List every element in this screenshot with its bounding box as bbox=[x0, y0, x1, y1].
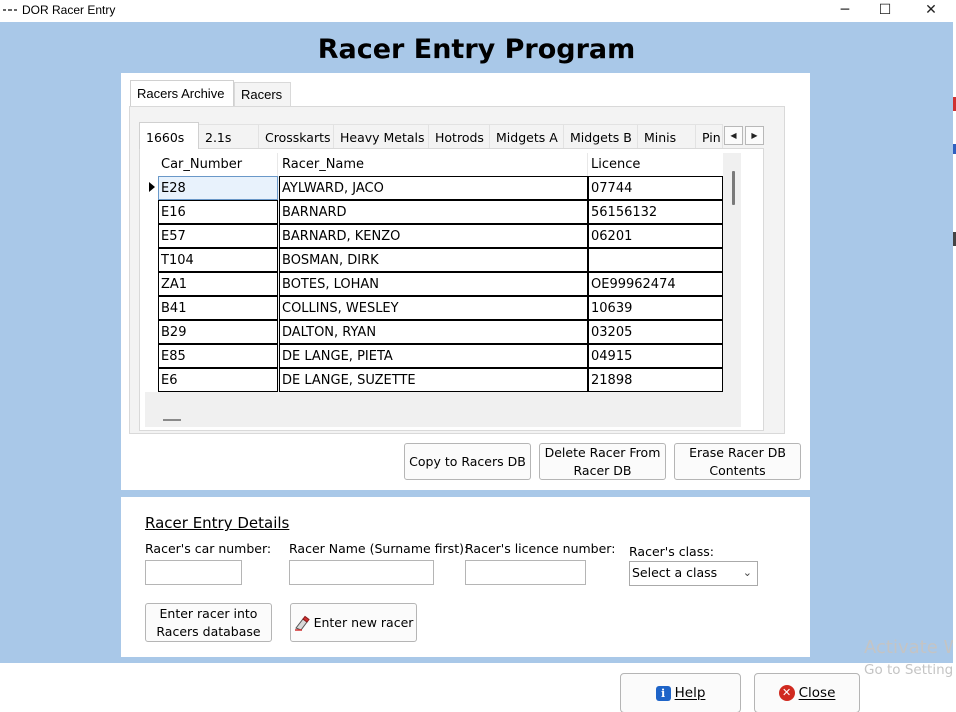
chevron-down-icon: ⌄ bbox=[742, 566, 752, 579]
delete-button-label-line1: Delete Racer From bbox=[544, 444, 661, 460]
entry-details-title: Racer Entry Details bbox=[145, 514, 290, 532]
enter-racer-into-db-button[interactable]: Enter racer into Racers database bbox=[145, 603, 272, 642]
tab-midgets-b[interactable]: Midgets B bbox=[564, 124, 638, 148]
title-bar: DOR Racer Entry ─ ☐ ✕ bbox=[0, 0, 956, 22]
car-number-cell[interactable]: E57 bbox=[158, 224, 278, 248]
row-header[interactable] bbox=[145, 200, 158, 224]
erase-button-label-line1: Erase Racer DB bbox=[689, 444, 786, 460]
car-number-cell[interactable]: B29 bbox=[158, 320, 278, 344]
horizontal-scrollbar[interactable] bbox=[145, 412, 723, 427]
racers-grid[interactable]: Car_Number Racer_Name Licence E28 AYLWARD… bbox=[145, 153, 741, 427]
tab-1660s[interactable]: 1660s bbox=[139, 122, 199, 149]
tab-racers[interactable]: Racers bbox=[234, 82, 291, 107]
racer-name-cell[interactable]: DE LANGE, PIETA bbox=[279, 344, 588, 368]
maximize-button[interactable]: ☐ bbox=[862, 0, 908, 22]
tab-hotrods[interactable]: Hotrods bbox=[429, 124, 490, 148]
licence-cell[interactable]: 10639 bbox=[588, 296, 723, 320]
row-header[interactable] bbox=[145, 296, 158, 320]
activate-windows-watermark: Activate W bbox=[864, 637, 956, 658]
grid-header: Car_Number Racer_Name Licence bbox=[145, 153, 723, 176]
enter-new-racer-label: Enter new racer bbox=[313, 614, 414, 630]
page-title: Racer Entry Program bbox=[317, 34, 636, 65]
tab-scroll-right-button[interactable]: ▶ bbox=[745, 126, 764, 145]
licence-cell[interactable]: 07744 bbox=[588, 176, 723, 200]
licence-cell[interactable]: OE99962474 bbox=[588, 272, 723, 296]
horizontal-scroll-thumb[interactable] bbox=[163, 419, 181, 421]
tab-scroll-left-button[interactable]: ◀ bbox=[724, 126, 743, 145]
column-header-car-number[interactable]: Car_Number bbox=[158, 153, 278, 176]
car-number-cell[interactable]: E6 bbox=[158, 368, 278, 392]
racer-name-cell[interactable]: BARNARD bbox=[279, 200, 588, 224]
close-circle-icon: ✕ bbox=[778, 685, 795, 701]
delete-racer-button[interactable]: Delete Racer From Racer DB bbox=[539, 443, 666, 480]
car-number-cell[interactable]: E28 bbox=[158, 176, 278, 200]
racer-name-cell[interactable]: DE LANGE, SUZETTE bbox=[279, 368, 588, 392]
car-number-cell[interactable]: E16 bbox=[158, 200, 278, 224]
racer-name-cell[interactable]: DALTON, RYAN bbox=[279, 320, 588, 344]
racer-name-cell[interactable]: COLLINS, WESLEY bbox=[279, 296, 588, 320]
licence-cell[interactable]: 56156132 bbox=[588, 200, 723, 224]
row-header[interactable] bbox=[145, 224, 158, 248]
licence-cell[interactable]: 04915 bbox=[588, 344, 723, 368]
racer-name-label: Racer Name (Surname first): bbox=[289, 541, 469, 556]
licence-cell[interactable]: 21898 bbox=[588, 368, 723, 392]
racer-class-label: Racer's class: bbox=[629, 544, 714, 559]
racer-class-select[interactable]: Select a class ⌄ bbox=[629, 561, 758, 586]
close-button[interactable]: ✕ Close bbox=[754, 673, 860, 712]
copy-to-racers-db-button[interactable]: Copy to Racers DB bbox=[404, 443, 531, 480]
car-number-input[interactable] bbox=[145, 560, 242, 585]
app-icon bbox=[3, 9, 17, 13]
racer-name-cell[interactable]: BARNARD, KENZO bbox=[279, 224, 588, 248]
column-header-licence[interactable]: Licence bbox=[588, 153, 723, 176]
close-window-button[interactable]: ✕ bbox=[908, 0, 954, 22]
row-header[interactable] bbox=[145, 176, 158, 200]
licence-cell[interactable]: 03205 bbox=[588, 320, 723, 344]
help-label: Help bbox=[674, 685, 706, 701]
row-header[interactable] bbox=[145, 248, 158, 272]
erase-racer-db-button[interactable]: Erase Racer DB Contents bbox=[674, 443, 801, 480]
enter-new-racer-button[interactable]: Enter new racer bbox=[290, 603, 417, 642]
licence-cell[interactable] bbox=[588, 248, 723, 272]
tab-racers-archive[interactable]: Racers Archive bbox=[130, 80, 234, 106]
activate-windows-hint: Go to Settings bbox=[864, 662, 956, 678]
enter-db-label-line1: Enter racer into bbox=[159, 605, 258, 621]
tab-minis[interactable]: Minis bbox=[638, 124, 696, 148]
row-header[interactable] bbox=[145, 368, 158, 392]
racer-name-input[interactable] bbox=[289, 560, 434, 585]
car-number-label: Racer's car number: bbox=[145, 541, 272, 556]
window-title: DOR Racer Entry bbox=[22, 3, 116, 17]
row-header[interactable] bbox=[145, 320, 158, 344]
car-number-cell[interactable]: B41 bbox=[158, 296, 278, 320]
licence-cell[interactable]: 06201 bbox=[588, 224, 723, 248]
car-number-cell[interactable]: E85 bbox=[158, 344, 278, 368]
delete-button-label-line2: Racer DB bbox=[573, 462, 632, 478]
pencil-eraser-icon bbox=[294, 615, 310, 631]
licence-number-input[interactable] bbox=[465, 560, 586, 585]
erase-button-label-line2: Contents bbox=[709, 462, 766, 478]
vertical-scroll-thumb[interactable] bbox=[732, 171, 735, 205]
row-header[interactable] bbox=[145, 344, 158, 368]
row-header[interactable] bbox=[145, 272, 158, 296]
racer-name-cell[interactable]: BOSMAN, DIRK bbox=[279, 248, 588, 272]
tab-midgets-a[interactable]: Midgets A bbox=[490, 124, 564, 148]
tab-2-1s[interactable]: 2.1s bbox=[199, 124, 259, 148]
racer-name-cell[interactable]: AYLWARD, JACO bbox=[279, 176, 588, 200]
tab-pin[interactable]: Pin bbox=[696, 124, 723, 148]
car-number-cell[interactable]: ZA1 bbox=[158, 272, 278, 296]
info-icon: i bbox=[655, 685, 671, 701]
enter-db-label-line2: Racers database bbox=[156, 623, 261, 639]
close-label: Close bbox=[798, 685, 836, 701]
racer-class-value: Select a class bbox=[632, 565, 718, 580]
tab-crosskarts[interactable]: Crosskarts bbox=[259, 124, 334, 148]
car-number-cell[interactable]: T104 bbox=[158, 248, 278, 272]
licence-number-label: Racer's licence number: bbox=[465, 541, 616, 556]
column-header-racer-name[interactable]: Racer_Name bbox=[279, 153, 588, 176]
help-button[interactable]: i Help bbox=[620, 673, 741, 712]
racer-name-cell[interactable]: BOTES, LOHAN bbox=[279, 272, 588, 296]
tab-heavy-metals[interactable]: Heavy Metals bbox=[334, 124, 429, 148]
copy-button-label: Copy to Racers DB bbox=[409, 453, 526, 469]
